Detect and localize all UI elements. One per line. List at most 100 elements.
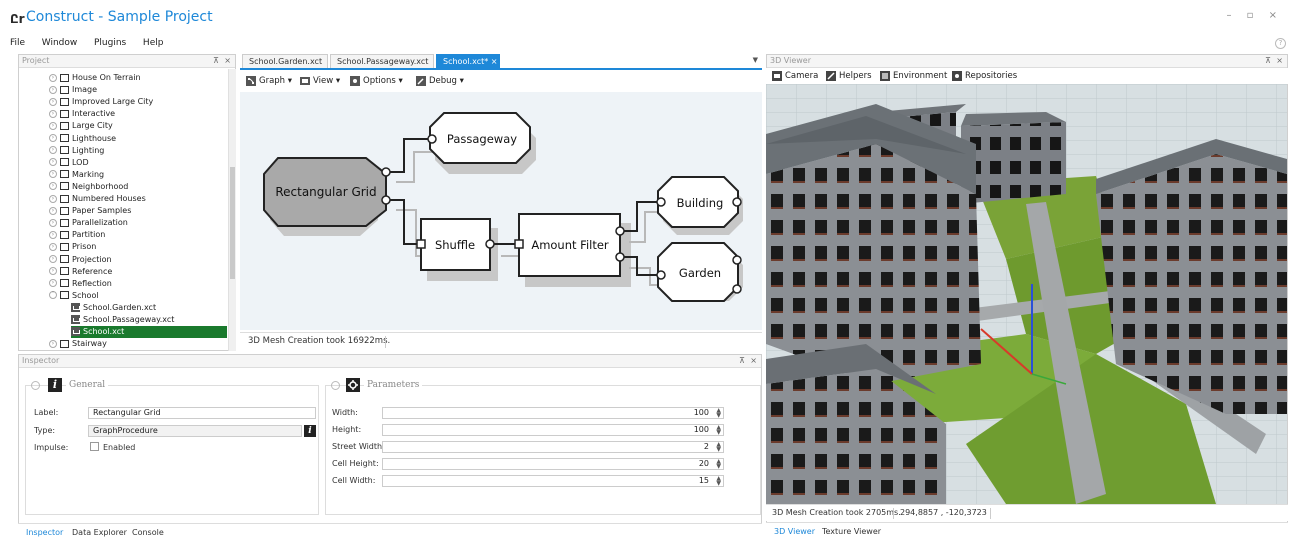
tree-folder-item[interactable]: › Partition (49, 229, 227, 241)
expand-icon[interactable]: › (49, 121, 57, 130)
node-passageway[interactable]: Passageway (427, 112, 531, 164)
spinner-icon[interactable]: ▲ ▼ (716, 459, 721, 470)
tree-folder-item[interactable]: › Reference (49, 266, 227, 278)
menu-file[interactable]: File (10, 34, 25, 52)
tree-folder-item[interactable]: › Lighthouse (49, 133, 227, 145)
collapse-icon[interactable]: ˅ (49, 291, 57, 300)
node-garden[interactable]: Garden (656, 242, 742, 302)
help-icon[interactable]: ? (1275, 38, 1286, 49)
window-controls[interactable]: – ▫ × (1226, 10, 1283, 21)
3d-viewport[interactable] (766, 84, 1287, 504)
scrollbar-thumb[interactable] (230, 167, 235, 279)
expand-icon[interactable]: › (49, 194, 57, 203)
graph-status-bar: 3D Mesh Creation took 16922ms. (240, 332, 762, 350)
expand-icon[interactable]: › (49, 255, 57, 263)
tree-folder-item[interactable]: › Stairway (49, 338, 227, 350)
spinner-icon[interactable]: ▲ ▼ (716, 408, 721, 419)
expand-icon[interactable]: › (49, 339, 57, 348)
param-width-input[interactable]: 100 ▲ ▼ (382, 407, 724, 419)
environment-menu[interactable]: Environment (880, 70, 947, 82)
param-height-input[interactable]: 100 ▲ ▼ (382, 424, 724, 436)
expand-icon[interactable]: › (49, 242, 57, 251)
tree-folder-item[interactable]: › Lighting (49, 145, 227, 157)
tree-folder-item[interactable]: › Paper Samples (49, 205, 227, 217)
pin-icon[interactable]: ⊼ (739, 355, 745, 367)
collapse-general-icon[interactable] (31, 381, 40, 390)
project-scrollbar[interactable] (228, 69, 236, 351)
pin-icon[interactable]: ⊼ (1265, 55, 1271, 67)
menu-help[interactable]: Help (143, 34, 164, 52)
expand-icon[interactable]: › (49, 279, 57, 288)
expand-icon[interactable]: › (49, 73, 57, 82)
node-passageway-label: Passageway (447, 132, 517, 146)
tree-folder-item[interactable]: › Parallelization (49, 217, 227, 229)
expand-icon[interactable]: › (49, 206, 57, 215)
expand-icon[interactable]: › (49, 218, 57, 227)
tree-folder-item[interactable]: ˅ School (49, 290, 227, 302)
spinner-icon[interactable]: ▲ ▼ (716, 476, 721, 487)
graph-menu[interactable]: Graph ▾ (246, 75, 292, 87)
expand-icon[interactable]: › (49, 109, 57, 118)
tree-folder-item[interactable]: › Neighborhood (49, 181, 227, 193)
tree-folder-item[interactable]: › Interactive (49, 108, 227, 120)
graph-canvas[interactable]: Rectangular Grid Passageway Shuffle Amou… (240, 92, 762, 330)
close-icon[interactable]: × (224, 55, 231, 67)
node-building[interactable]: Building (656, 176, 742, 228)
tree-folder-item[interactable]: › Numbered Houses (49, 193, 227, 205)
node-amount-filter[interactable]: Amount Filter (514, 213, 625, 277)
tree-folder-item[interactable]: › Image (49, 84, 227, 96)
tree-folder-item[interactable]: › Prison (49, 241, 227, 253)
expand-icon[interactable]: › (49, 97, 57, 106)
pin-icon[interactable]: ⊼ (213, 55, 219, 67)
expand-icon[interactable]: › (49, 267, 57, 276)
tree-folder-item[interactable]: › LOD (49, 157, 227, 169)
tab-dropdown-icon[interactable]: ▼ (753, 56, 758, 64)
expand-icon[interactable]: › (49, 182, 57, 191)
param-cell-height-input[interactable]: 20 ▲ ▼ (382, 458, 724, 470)
expand-icon[interactable]: › (49, 85, 57, 94)
collapse-parameters-icon[interactable] (331, 381, 340, 390)
tab-school[interactable]: School.xct* × (436, 54, 500, 68)
camera-menu[interactable]: Camera (772, 70, 818, 82)
tree-folder-item[interactable]: › Improved Large City (49, 96, 227, 108)
tree-file-item[interactable]: School.xct (71, 326, 227, 339)
expand-icon[interactable]: › (49, 170, 57, 179)
expand-icon[interactable]: › (49, 134, 57, 142)
debug-menu[interactable]: Debug ▾ (416, 75, 464, 87)
menu-window[interactable]: Window (42, 34, 78, 52)
repositories-menu[interactable]: Repositories (952, 70, 1017, 82)
tree-file-item[interactable]: School.Passageway.xct (71, 314, 227, 326)
label-field[interactable]: Rectangular Grid (88, 407, 316, 419)
expand-icon[interactable]: › (49, 230, 57, 239)
tab-data-explorer[interactable]: Data Explorer (72, 528, 127, 537)
tree-folder-item[interactable]: › House On Terrain (49, 72, 227, 84)
param-street-width-input[interactable]: 2 ▲ ▼ (382, 441, 724, 453)
tab-inspector[interactable]: Inspector (26, 528, 63, 537)
tree-folder-item[interactable]: › Marking (49, 169, 227, 181)
options-menu[interactable]: Options ▾ (350, 75, 403, 87)
tab-3d-viewer[interactable]: 3D Viewer (774, 527, 815, 536)
tree-folder-item[interactable]: › Projection (49, 254, 227, 266)
tree-file-item[interactable]: School.Garden.xct (71, 302, 227, 314)
expand-icon[interactable]: › (49, 146, 57, 155)
graph-menu-label: Graph (259, 76, 286, 86)
expand-icon[interactable]: › (49, 158, 57, 167)
spinner-icon[interactable]: ▲ ▼ (716, 442, 721, 453)
tab-console[interactable]: Console (132, 528, 164, 537)
tree-folder-item[interactable]: › Reflection (49, 278, 227, 290)
menu-plugins[interactable]: Plugins (94, 34, 126, 52)
close-icon[interactable]: × (750, 355, 757, 367)
view-menu[interactable]: View ▾ (300, 75, 340, 87)
tab-school-garden[interactable]: School.Garden.xct (242, 54, 328, 68)
impulse-checkbox[interactable] (90, 442, 99, 451)
spinner-icon[interactable]: ▲ ▼ (716, 425, 721, 436)
tab-school-passageway[interactable]: School.Passageway.xct (330, 54, 434, 68)
node-rectangular-grid[interactable]: Rectangular Grid (263, 157, 391, 227)
close-icon[interactable]: × (1276, 55, 1283, 67)
helpers-menu[interactable]: Helpers (826, 70, 872, 82)
param-cell-width-input[interactable]: 15 ▲ ▼ (382, 475, 724, 487)
type-info-icon[interactable]: i (304, 425, 316, 437)
node-shuffle[interactable]: Shuffle (416, 218, 495, 271)
tab-texture-viewer[interactable]: Texture Viewer (822, 527, 881, 536)
tree-folder-item[interactable]: › Large City (49, 120, 227, 132)
